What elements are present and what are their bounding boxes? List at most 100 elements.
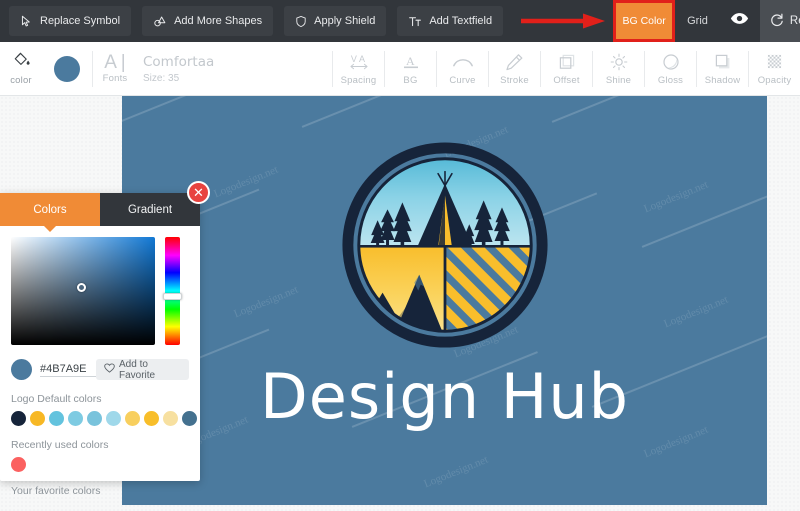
tab-gradient-label: Gradient — [127, 203, 173, 216]
shapes-icon — [153, 15, 167, 28]
color-swatch[interactable] — [144, 411, 159, 426]
font-a-icon: A | — [104, 52, 126, 73]
color-field-row — [11, 237, 189, 345]
shine-label: Shine — [605, 74, 632, 86]
color-tool-label: color — [10, 75, 32, 86]
add-more-shapes-label: Add More Shapes — [174, 15, 263, 27]
bg-label: BG — [403, 74, 418, 86]
stroke-pen-icon — [505, 52, 524, 72]
hue-slider-handle[interactable] — [163, 293, 182, 301]
tab-gradient[interactable]: Gradient — [100, 193, 200, 226]
svg-text:V: V — [350, 54, 356, 64]
hue-slider[interactable] — [163, 237, 182, 345]
spacing-label: Spacing — [340, 74, 377, 86]
color-swatch[interactable] — [30, 411, 45, 426]
color-swatch[interactable] — [106, 411, 121, 426]
fonts-label: Fonts — [102, 73, 128, 84]
svg-text:A: A — [406, 54, 415, 68]
default-colors-title: Logo Default colors — [11, 393, 102, 405]
paint-bucket-icon — [12, 51, 31, 73]
recent-colors-title: Recently used colors — [11, 439, 109, 451]
offset-square-icon — [558, 52, 576, 72]
spacing-tool[interactable]: V A Spacing — [333, 42, 384, 96]
bg-tool[interactable]: A BG — [385, 42, 436, 96]
add-to-favorite-label: Add to Favorite — [119, 358, 156, 381]
grid-button[interactable]: Grid — [675, 0, 720, 42]
saturation-value-area[interactable] — [11, 237, 155, 345]
opacity-label: Opacity — [757, 74, 792, 86]
textfield-icon — [408, 15, 422, 28]
font-tool[interactable]: A | Fonts Comfortaa Size: 35 — [93, 42, 215, 96]
top-toolbar-actions: Replace Symbol Add More Shapes Apply Shi… — [0, 6, 504, 36]
shadow-square-icon — [714, 52, 732, 72]
gloss-circle-icon — [662, 52, 680, 72]
tab-colors[interactable]: Colors — [0, 193, 100, 232]
favorite-colors-title: Your favorite colors — [11, 485, 101, 497]
color-selector-handle[interactable] — [77, 283, 87, 293]
color-swatch[interactable] — [87, 411, 102, 426]
add-to-favorite-button[interactable]: Add to Favorite — [96, 358, 189, 381]
gloss-label: Gloss — [657, 74, 684, 86]
replace-symbol-label: Replace Symbol — [40, 15, 121, 27]
shine-tool[interactable]: Shine — [593, 42, 644, 96]
color-swatch[interactable] — [163, 411, 178, 426]
apply-shield-label: Apply Shield — [314, 15, 376, 27]
shadow-tool[interactable]: Shadow — [697, 42, 748, 96]
curve-tool[interactable]: Curve — [437, 42, 488, 96]
camping-badge-logo[interactable] — [122, 136, 767, 354]
color-swatch[interactable] — [11, 411, 26, 426]
color-swatch[interactable] — [49, 411, 64, 426]
offset-tool[interactable]: Offset — [541, 42, 592, 96]
add-more-shapes-button[interactable]: Add More Shapes — [142, 6, 274, 36]
close-icon[interactable]: ✕ — [187, 181, 210, 204]
brand-text[interactable]: Design Hub — [122, 360, 767, 433]
letter-spacing-icon: V A — [348, 52, 370, 72]
color-swatch[interactable] — [11, 457, 26, 472]
color-picker-panel: ✕ Colors Gradient #4B7A9E Add to Favorit… — [0, 181, 210, 497]
current-color-swatch[interactable] — [54, 55, 80, 82]
curve-label: Curve — [449, 74, 476, 86]
logo-canvas[interactable]: Logodesign.net Logodesign.net Logodesign… — [122, 96, 767, 505]
watermark-stripe — [122, 96, 222, 138]
top-toolbar-right: BG Color Grid R — [503, 0, 800, 42]
add-textfield-button[interactable]: Add Textfield — [397, 6, 504, 36]
color-picker-body: Add to Favorite Logo Default colors — [0, 226, 200, 503]
font-size-value[interactable]: Size: 35 — [143, 73, 214, 84]
watermark-stripe — [551, 96, 738, 123]
top-toolbar: Replace Symbol Add More Shapes Apply Shi… — [0, 0, 800, 42]
cursor-icon — [20, 15, 33, 28]
offset-label: Offset — [553, 74, 580, 86]
grid-label: Grid — [687, 15, 708, 27]
color-swatch[interactable] — [182, 411, 197, 426]
font-name-value[interactable]: Comfortaa — [143, 54, 214, 70]
recent-colors-row — [11, 457, 189, 472]
color-tool[interactable]: color — [0, 42, 42, 96]
opacity-tool[interactable]: Opacity — [749, 42, 800, 96]
svg-text:A: A — [359, 54, 365, 64]
fonts-button[interactable]: A | Fonts — [93, 42, 137, 96]
bg-color-button[interactable]: BG Color — [613, 0, 676, 42]
curve-text-icon — [452, 52, 474, 72]
reset-button[interactable]: Reset — [759, 0, 800, 42]
add-textfield-label: Add Textfield — [429, 15, 493, 27]
tab-colors-label: Colors — [33, 203, 67, 216]
stroke-tool[interactable]: Stroke — [489, 42, 540, 96]
color-swatch[interactable] — [68, 411, 83, 426]
refresh-icon — [770, 13, 784, 30]
shadow-label: Shadow — [704, 74, 741, 86]
watermark-stripe — [301, 96, 479, 128]
preview-button[interactable] — [720, 0, 760, 42]
color-swatch[interactable] — [125, 411, 140, 426]
replace-symbol-button[interactable]: Replace Symbol — [9, 6, 132, 36]
text-effect-tools: V A Spacing A BG Curve Stroke Offset Shi… — [332, 42, 800, 96]
heart-icon — [104, 363, 115, 376]
opacity-checker-icon — [766, 52, 783, 72]
hex-input[interactable] — [40, 362, 96, 377]
apply-shield-button[interactable]: Apply Shield — [284, 6, 387, 36]
annotation-arrow — [503, 0, 613, 42]
gloss-tool[interactable]: Gloss — [645, 42, 696, 96]
selected-color-swatch — [11, 359, 32, 380]
shine-sun-icon — [610, 52, 628, 72]
font-info: Comfortaa Size: 35 — [137, 42, 214, 96]
properties-toolbar: color A | Fonts Comfortaa Size: 35 V A S… — [0, 42, 800, 96]
